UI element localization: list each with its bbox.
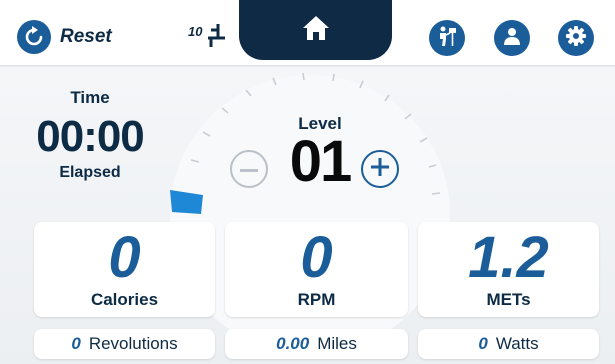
level-decrease-button[interactable] <box>230 150 268 188</box>
minus-icon <box>240 160 258 178</box>
time-elapsed-label: Elapsed <box>59 164 121 181</box>
miles-card: 0.00 Miles <box>225 329 408 359</box>
level-indicator <box>170 190 203 214</box>
mets-value: 1.2 <box>468 225 549 290</box>
plus-icon <box>371 157 389 181</box>
time-value: 00:00 <box>36 112 145 161</box>
revolutions-label: Revolutions <box>88 334 178 353</box>
calories-label: Calories <box>90 290 159 309</box>
calories-value: 0 <box>108 225 141 290</box>
rpm-label: RPM <box>297 290 336 309</box>
watts-value: 0 <box>478 334 488 353</box>
watts-label: Watts <box>495 334 539 353</box>
mets-card: 1.2 METs <box>418 222 599 317</box>
time-display: Time 00:00 Elapsed <box>20 88 160 182</box>
level-value: 01 <box>289 129 353 194</box>
rpm-value: 0 <box>300 225 333 290</box>
miles-value: 0.00 <box>276 334 310 353</box>
watts-card: 0 Watts <box>418 329 599 359</box>
level-increase-button[interactable] <box>361 150 399 188</box>
revolutions-card: 0 Revolutions <box>34 329 215 359</box>
rpm-card: 0 RPM <box>225 222 408 317</box>
calories-card: 0 Calories <box>34 222 215 317</box>
level-display: Level 01 <box>275 114 365 194</box>
mets-label: METs <box>486 290 531 309</box>
revolutions-value: 0 <box>71 334 81 353</box>
miles-label: Miles <box>317 334 357 353</box>
time-label: Time <box>70 88 110 107</box>
